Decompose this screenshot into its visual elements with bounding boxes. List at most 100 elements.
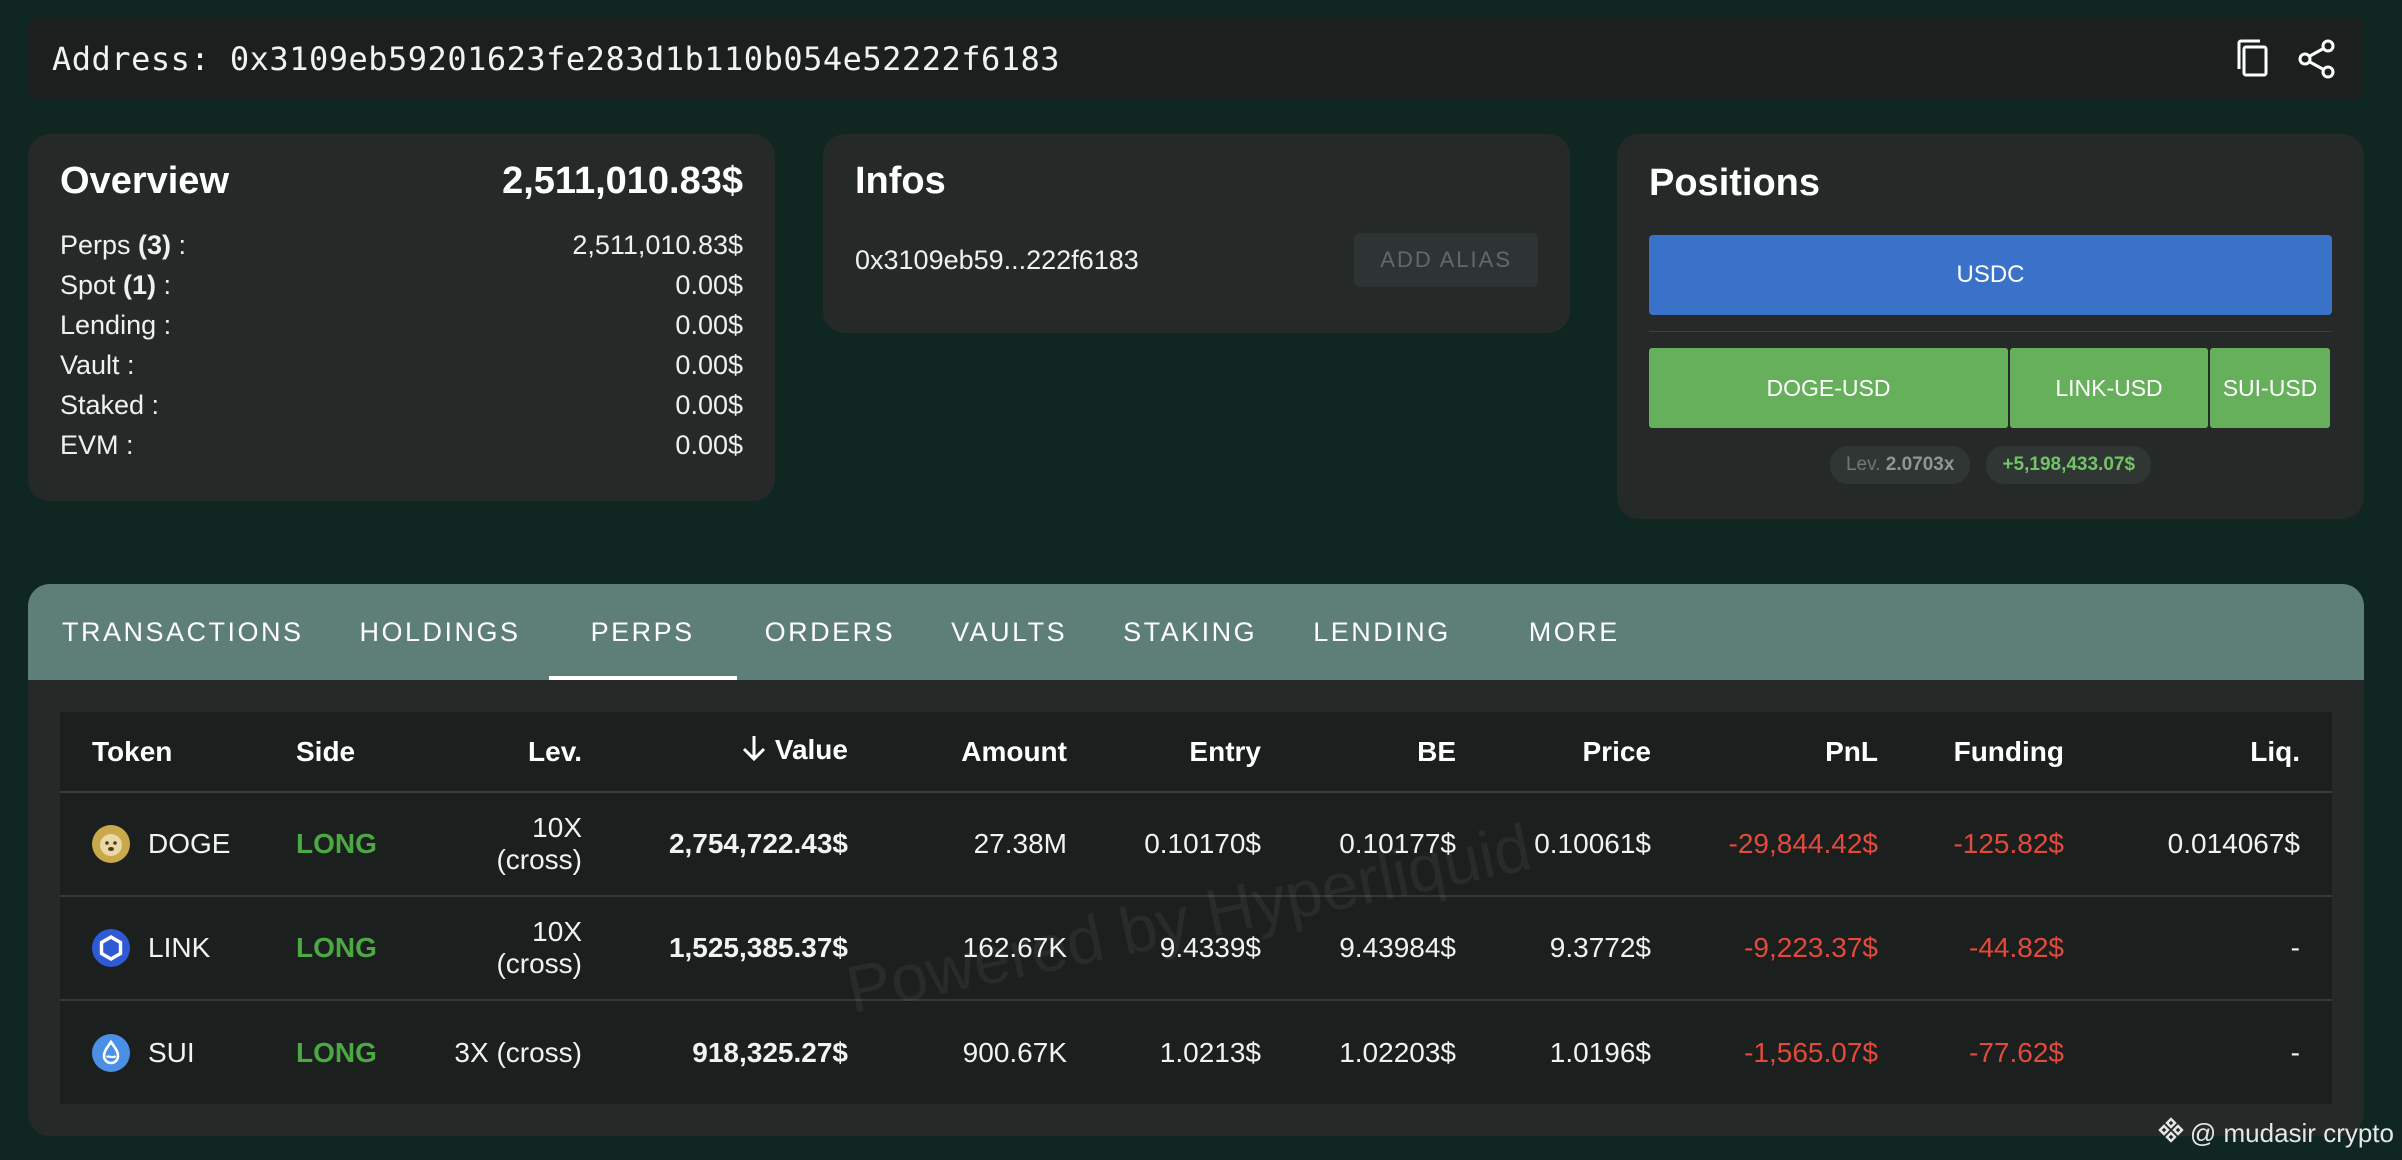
- header-liq[interactable]: Liq.: [2096, 712, 2332, 793]
- credit-text: @ mudasir crypto: [2189, 1118, 2394, 1148]
- overview-rows: Perps (3) : 2,511,010.83$ Spot (1) : 0.0…: [60, 225, 743, 465]
- table-row[interactable]: DOGE LONG 10X (cross) 2,754,722.43$ 27.3…: [60, 792, 2332, 897]
- positions-divider: [1649, 331, 2332, 332]
- header-entry[interactable]: Entry: [1099, 712, 1293, 793]
- cell-be: 1.02203$: [1339, 1036, 1456, 1068]
- cell-price: 9.3772$: [1488, 896, 1683, 1001]
- overview-total: 2,511,010.83$: [502, 160, 743, 202]
- cell-entry: 0.10170$: [1099, 792, 1293, 897]
- tab-bar: TRANSACTIONS HOLDINGS PERPS ORDERS VAULT…: [28, 584, 2364, 680]
- cell-liq: 0.014067$: [2096, 792, 2332, 897]
- share-icon[interactable]: [2294, 36, 2340, 82]
- cell-pnl: -29,844.42$: [1683, 792, 1910, 897]
- overview-row-label: Perps: [60, 230, 139, 260]
- binance-icon: [2158, 1117, 2184, 1150]
- tab-perps[interactable]: PERPS: [548, 584, 737, 680]
- overview-title: Overview: [60, 160, 229, 202]
- tab-staking[interactable]: STAKING: [1095, 584, 1285, 680]
- positions-title: Positions: [1649, 162, 1821, 204]
- tab-transactions[interactable]: TRANSACTIONS: [34, 584, 332, 680]
- cell-side: LONG: [264, 896, 414, 1001]
- overview-row-spot: Spot (1) : 0.00$: [60, 265, 743, 305]
- header-amount[interactable]: Amount: [880, 712, 1099, 793]
- overview-row-evm: EVM : 0.00$: [60, 425, 743, 465]
- overview-row-label: Staked :: [60, 390, 160, 420]
- overview-row-label: EVM :: [60, 430, 134, 460]
- overview-row-value: 0.00$: [675, 430, 743, 460]
- header-funding[interactable]: Funding: [1910, 712, 2096, 793]
- arrow-down-icon: [739, 733, 769, 770]
- position-tile-doge[interactable]: DOGE-USD: [1649, 348, 2008, 428]
- position-tile-sui[interactable]: SUI-USD: [2210, 348, 2330, 428]
- overview-row-lending: Lending : 0.00$: [60, 305, 743, 345]
- cell-value: 918,325.27$: [692, 1036, 848, 1068]
- pnl-badge: +5,198,433.07$: [1986, 446, 2152, 484]
- header-side[interactable]: Side: [264, 712, 414, 793]
- tab-lending[interactable]: LENDING: [1285, 584, 1501, 680]
- header-price[interactable]: Price: [1488, 712, 1683, 793]
- address-actions: [2230, 36, 2340, 82]
- overview-row-count: (1): [123, 270, 157, 300]
- header-pnl[interactable]: PnL: [1683, 712, 1910, 793]
- cell-token: SUI: [60, 1000, 264, 1104]
- table-row[interactable]: LINK LONG 10X (cross) 1,525,385.37$ 162.…: [60, 896, 2332, 1001]
- infos-card: Infos 0x3109eb59...222f6183 ADD ALIAS: [823, 134, 1570, 333]
- overview-row-perps: Perps (3) : 2,511,010.83$: [60, 225, 743, 265]
- position-tiles: DOGE-USD LINK-USD SUI-USD: [1649, 348, 2332, 428]
- address-text: Address: 0x3109eb59201623fe283d1b110b054…: [52, 40, 1061, 78]
- header-value-label: Value: [774, 733, 848, 765]
- credit-tag: @ mudasir crypto: [2158, 1117, 2394, 1150]
- tab-more[interactable]: MORE: [1501, 584, 1648, 680]
- overview-card: Overview 2,511,010.83$ Perps (3) : 2,511…: [28, 134, 775, 501]
- position-tile-link[interactable]: LINK-USD: [2010, 348, 2208, 428]
- leverage-badge: Lev. 2.0703x: [1829, 446, 1971, 484]
- cell-side: LONG: [296, 1036, 377, 1068]
- position-badges: Lev. 2.0703x +5,198,433.07$: [1649, 446, 2332, 484]
- overview-row-label: Lending :: [60, 310, 172, 340]
- overview-row-value: 0.00$: [675, 390, 743, 420]
- cell-value: 2,754,722.43$: [614, 792, 880, 897]
- cell-amount: 27.38M: [880, 792, 1099, 897]
- position-usdc-bar[interactable]: USDC: [1649, 235, 2332, 315]
- header-be[interactable]: BE: [1293, 712, 1488, 793]
- header-value[interactable]: Value: [614, 712, 880, 793]
- cell-liq: -: [2096, 896, 2332, 1001]
- sui-icon: [92, 1033, 130, 1072]
- tab-vaults[interactable]: VAULTS: [923, 584, 1095, 680]
- overview-row-suffix: :: [171, 230, 187, 260]
- address-bar: Address: 0x3109eb59201623fe283d1b110b054…: [28, 18, 2364, 100]
- perps-panel: TRANSACTIONS HOLDINGS PERPS ORDERS VAULT…: [28, 584, 2364, 1136]
- infos-title: Infos: [855, 160, 946, 202]
- link-icon: [92, 929, 130, 967]
- overview-row-count: (3): [138, 230, 172, 260]
- cell-price: 1.0196$: [1549, 1036, 1651, 1068]
- cell-side: LONG: [264, 792, 414, 897]
- cell-lev: 10X (cross): [414, 792, 614, 897]
- tab-orders[interactable]: ORDERS: [737, 584, 924, 680]
- header-lev[interactable]: Lev.: [414, 712, 614, 793]
- cell-price: 0.10061$: [1488, 792, 1683, 897]
- leverage-label: Lev.: [1845, 454, 1881, 475]
- header-token[interactable]: Token: [60, 712, 264, 793]
- cell-entry: 9.4339$: [1099, 896, 1293, 1001]
- token-name: LINK: [148, 932, 211, 963]
- cell-funding: -44.82$: [1910, 896, 2096, 1001]
- overview-row-value: 2,511,010.83$: [572, 230, 743, 260]
- perps-table: Token Side Lev. Value Amount Entry BE Pr…: [60, 712, 2332, 1104]
- cell-lev: 10X (cross): [414, 896, 614, 1001]
- cell-funding: -125.82$: [1910, 792, 2096, 897]
- cell-token: LINK: [60, 896, 264, 1001]
- copy-icon[interactable]: [2230, 36, 2276, 82]
- cell-liq: -: [2290, 1036, 2300, 1068]
- perps-table-container: Token Side Lev. Value Amount Entry BE Pr…: [60, 712, 2332, 1104]
- cell-lev: 3X (cross): [454, 1036, 582, 1068]
- table-row[interactable]: SUI LONG 3X (cross) 918,325.27$ 900.67K …: [60, 1000, 2332, 1104]
- overview-row-label: Spot: [60, 270, 124, 300]
- cell-value: 1,525,385.37$: [614, 896, 880, 1001]
- cell-be: 0.10177$: [1293, 792, 1488, 897]
- tab-holdings[interactable]: HOLDINGS: [332, 584, 549, 680]
- cell-pnl: -9,223.37$: [1683, 896, 1910, 1001]
- table-header-row: Token Side Lev. Value Amount Entry BE Pr…: [60, 712, 2332, 793]
- cell-token: DOGE: [60, 792, 264, 897]
- add-alias-button[interactable]: ADD ALIAS: [1354, 233, 1538, 287]
